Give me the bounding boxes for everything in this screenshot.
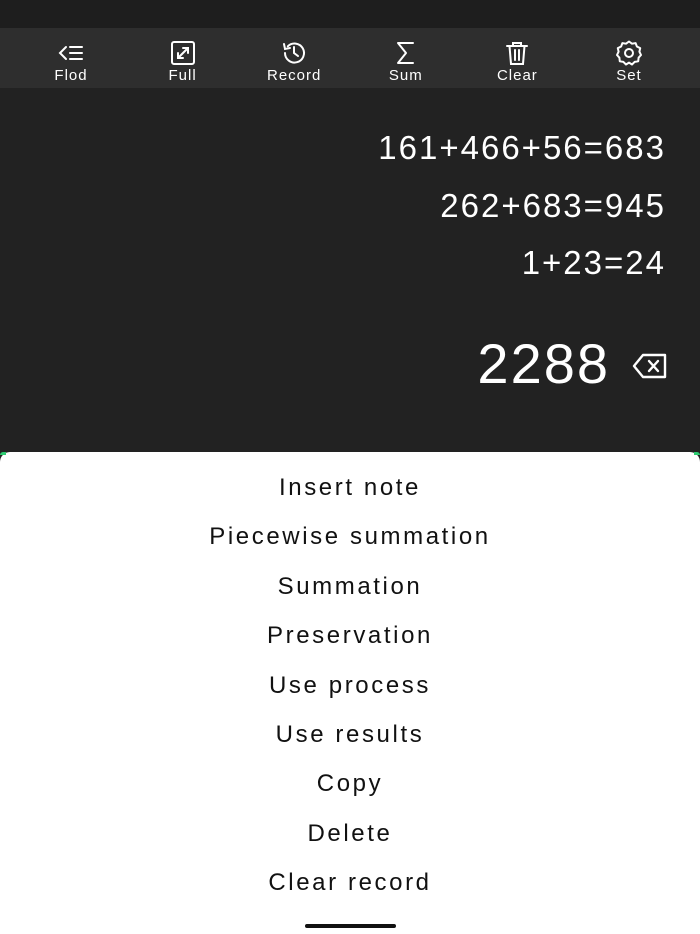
set-button[interactable]: Set — [574, 28, 684, 88]
home-indicator — [305, 924, 396, 928]
menu-item-piecewise-summation[interactable]: Piecewise summation — [0, 515, 700, 564]
result-row: 2288 — [477, 332, 668, 396]
fold-menu-icon — [57, 39, 85, 67]
trash-icon — [503, 39, 531, 67]
record-button[interactable]: Record — [239, 28, 349, 88]
flod-button[interactable]: Flod — [16, 28, 126, 88]
menu-item-summation[interactable]: Summation — [0, 565, 700, 614]
set-label: Set — [616, 67, 642, 84]
history-list: 161+466+56=683 262+683=945 1+23=24 — [378, 128, 666, 301]
sheet-accent-right — [694, 452, 700, 455]
fullscreen-icon — [169, 39, 197, 67]
history-entry[interactable]: 1+23=24 — [378, 243, 666, 301]
menu-item-delete[interactable]: Delete — [0, 812, 700, 861]
action-menu: Insert note Piecewise summation Summatio… — [0, 466, 700, 911]
menu-item-copy[interactable]: Copy — [0, 762, 700, 811]
calculation-display: 161+466+56=683 262+683=945 1+23=24 2288 — [0, 88, 700, 452]
result-value: 2288 — [477, 332, 610, 395]
history-entry[interactable]: 262+683=945 — [378, 186, 666, 244]
action-sheet: Insert note Piecewise summation Summatio… — [0, 452, 700, 934]
sigma-icon — [392, 39, 420, 67]
full-label: Full — [168, 67, 197, 84]
full-button[interactable]: Full — [128, 28, 238, 88]
sum-label: Sum — [388, 67, 423, 84]
menu-item-insert-note[interactable]: Insert note — [0, 466, 700, 515]
sum-button[interactable]: Sum — [351, 28, 461, 88]
menu-item-clear-record[interactable]: Clear record — [0, 861, 700, 910]
menu-item-preservation[interactable]: Preservation — [0, 614, 700, 663]
clear-label: Clear — [496, 67, 538, 84]
menu-item-use-results[interactable]: Use results — [0, 713, 700, 762]
status-bar — [0, 0, 700, 28]
history-entry[interactable]: 161+466+56=683 — [378, 128, 666, 186]
calculator-screen: Flod Full Record Sum Clear Set 161+466+5… — [0, 0, 700, 934]
gear-icon — [615, 39, 643, 67]
flod-label: Flod — [54, 67, 88, 84]
backspace-icon[interactable] — [632, 352, 668, 380]
record-label: Record — [267, 67, 322, 84]
menu-item-use-process[interactable]: Use process — [0, 664, 700, 713]
clear-button[interactable]: Clear — [462, 28, 572, 88]
history-icon — [280, 39, 308, 67]
toolbar: Flod Full Record Sum Clear Set — [0, 28, 700, 88]
sheet-accent-left — [0, 452, 6, 455]
